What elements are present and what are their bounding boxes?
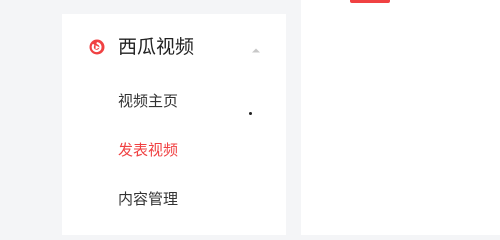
section-header-xigua-video[interactable]: 西瓜视频	[62, 32, 286, 62]
sidebar-item-content-management[interactable]: 内容管理	[118, 189, 178, 209]
chevron-up-icon[interactable]	[250, 41, 262, 53]
stray-dot	[249, 112, 252, 115]
xigua-logo-icon	[89, 39, 105, 55]
active-tab-indicator	[350, 0, 390, 3]
sidebar-item-video-home[interactable]: 视频主页	[118, 91, 178, 111]
main-content-panel	[301, 0, 500, 235]
sidebar: 西瓜视频 视频主页 发表视频 内容管理	[62, 14, 286, 235]
sidebar-item-publish-video[interactable]: 发表视频	[118, 140, 178, 160]
section-title: 西瓜视频	[118, 36, 195, 58]
